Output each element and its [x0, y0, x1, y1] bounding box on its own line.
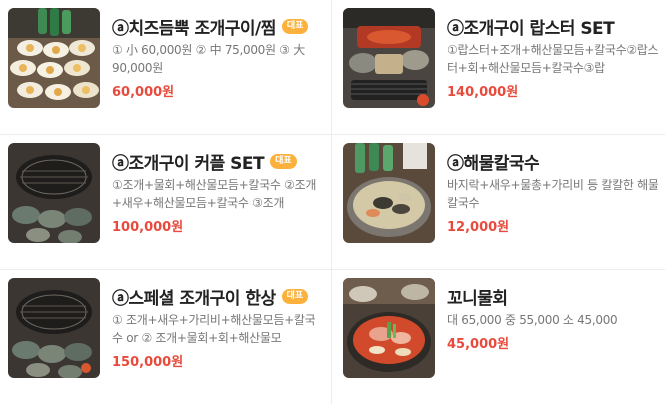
menu-item-couple-set[interactable]: ⓐ조개구이 커플 SET 대표 ①조개+물회+해산물모듬+칼국수 ②조개+새우+… — [0, 135, 330, 269]
grill-couple-photo — [8, 143, 100, 243]
menu-item-title: ⓐ해물칼국수 — [447, 153, 540, 174]
menu-item-description: 대 65,000 중 55,000 소 45,000 — [447, 313, 618, 327]
signature-badge: 대표 — [281, 288, 309, 304]
menu-item-description: 바지락+새우+물총+가리비 등 칼칼한 해물칼국수 — [447, 178, 659, 210]
menu-item-special-grill[interactable]: ⓐ스페셜 조개구이 한상 대표 ① 조개+새우+가리비+해산물모듬+칼국수 or… — [0, 270, 330, 404]
menu-item-title: ⓐ조개구이 랍스터 SET — [447, 18, 615, 39]
cheese-shellfish-photo — [8, 8, 100, 108]
menu-item-title: ⓐ조개구이 커플 SET — [112, 153, 265, 174]
kalguksu-photo — [343, 143, 435, 243]
menu-item-price: 140,000원 — [447, 85, 519, 100]
menu-item-lobster-set[interactable]: ⓐ조개구이 랍스터 SET ①랍스터+조개+해산물모듬+칼국수②랍스터+회+해산… — [335, 0, 665, 134]
menu-item-price: 150,000원 — [112, 355, 184, 370]
menu-item-price: 12,000원 — [447, 220, 510, 235]
menu-item-thumbnail[interactable] — [343, 143, 435, 243]
menu-item-title: ⓐ스페셜 조개구이 한상 — [112, 288, 276, 309]
menu-item-thumbnail[interactable] — [8, 143, 100, 243]
mulhoe-photo — [343, 278, 435, 378]
menu-item-seafood-kalguksu[interactable]: ⓐ해물칼국수 바지락+새우+물총+가리비 등 칼칼한 해물칼국수 12,000원 — [335, 135, 665, 269]
menu-item-description: ① 조개+새우+가리비+해산물모듬+칼국수 or ② 조개+물회+회+해산물모 — [112, 313, 316, 345]
grill-special-photo — [8, 278, 100, 378]
menu-item-thumbnail[interactable] — [8, 8, 100, 108]
menu-item-price: 100,000원 — [112, 220, 184, 235]
menu-item-thumbnail[interactable] — [8, 278, 100, 378]
menu-item-description: ① 小 60,000원 ② 中 75,000원 ③ 大 90,000원 — [112, 43, 305, 75]
menu-item-price: 45,000원 — [447, 337, 510, 352]
menu-item-price: 60,000원 — [112, 85, 175, 100]
signature-badge: 대표 — [281, 18, 309, 34]
menu-item-title: ⓐ치즈듬뿍 조개구이/찜 — [112, 18, 276, 39]
menu-item-thumbnail[interactable] — [343, 8, 435, 108]
menu-item-description: ①랍스터+조개+해산물모듬+칼국수②랍스터+회+해산물모듬+칼국수③랍 — [447, 43, 659, 75]
menu-item-description: ①조개+물회+해산물모듬+칼국수 ②조개+새우+해산물모듬+칼국수 ③조개 — [112, 178, 317, 210]
menu-grid: ⓐ치즈듬뿍 조개구이/찜 대표 ① 小 60,000원 ② 中 75,000원 … — [0, 0, 665, 404]
menu-item-title: 꼬니물회 — [447, 288, 508, 309]
menu-item-cheese-shellfish[interactable]: ⓐ치즈듬뿍 조개구이/찜 대표 ① 小 60,000원 ② 中 75,000원 … — [0, 0, 330, 134]
menu-item-mulhoe[interactable]: 꼬니물회 대 65,000 중 55,000 소 45,000 45,000원 — [335, 270, 665, 404]
lobster-set-photo — [343, 8, 435, 108]
menu-item-thumbnail[interactable] — [343, 278, 435, 378]
signature-badge: 대표 — [270, 153, 297, 169]
column-divider — [331, 0, 332, 404]
